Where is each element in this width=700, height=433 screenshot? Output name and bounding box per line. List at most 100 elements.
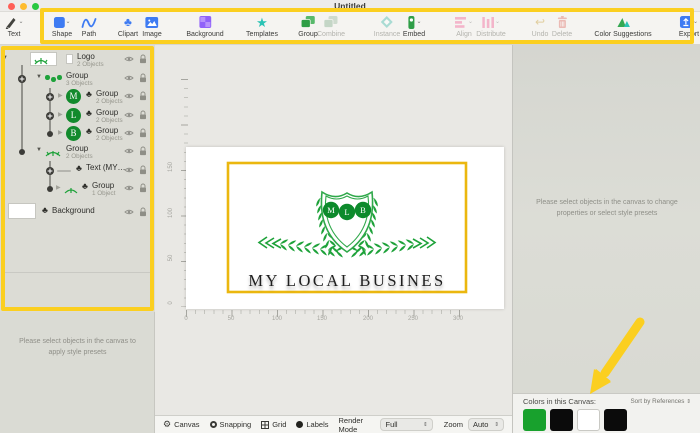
lock-icon[interactable] xyxy=(139,73,147,83)
color-swatch-green[interactable] xyxy=(523,409,546,431)
lock-icon[interactable] xyxy=(139,91,147,101)
visibility-eye-icon[interactable] xyxy=(124,55,134,63)
text-pen-icon xyxy=(4,16,17,29)
panel-divider xyxy=(5,272,150,273)
visibility-eye-icon[interactable] xyxy=(124,129,134,137)
layer-row-group[interactable]: ▼ Group 2 Objects xyxy=(0,143,155,161)
disclosure-triangle-icon[interactable]: ▶ xyxy=(58,92,63,99)
lock-icon[interactable] xyxy=(139,207,147,217)
sort-by-references-control[interactable]: Sort by References ⇕ xyxy=(630,398,691,405)
layer-row-background[interactable]: ♣ Background xyxy=(0,202,155,222)
lock-icon[interactable] xyxy=(139,146,147,156)
select-arrows-icon: ⇕ xyxy=(686,398,691,405)
clipart-button[interactable]: ♣ Clipart xyxy=(118,14,138,38)
color-swatch-black[interactable] xyxy=(550,409,573,431)
title-bar: Untitled xyxy=(0,0,700,12)
monogram-letter: M xyxy=(327,205,335,215)
zoom-select[interactable]: Auto ⇕ xyxy=(467,418,504,431)
embed-button[interactable]: ⌄ Embed xyxy=(403,14,425,38)
disclosure-triangle-icon[interactable]: ▼ xyxy=(36,74,42,80)
layer-row-logo[interactable]: ▼ Logo 2 Objects xyxy=(0,51,155,69)
layer-thumbnail xyxy=(8,203,36,219)
disclosure-triangle-icon[interactable]: ▼ xyxy=(2,55,8,61)
path-tool-button[interactable]: Path xyxy=(81,14,97,38)
layer-row-group[interactable]: ▶ ♣ Group 1 Object xyxy=(0,180,155,198)
style-presets-message: Please select objects in the canvas to a… xyxy=(19,338,136,356)
layer-row-group[interactable]: ▼ Group 3 Objects xyxy=(0,70,155,88)
toolbar-label: Instance xyxy=(373,31,401,38)
toolbar: ⌄ Text ⌄ Shape Path ♣ Clipart Image Back… xyxy=(0,12,700,45)
layer-object-count: 2 Objects xyxy=(66,153,93,160)
artboard[interactable]: M L B MY LOCAL BUSINES xyxy=(186,147,504,309)
club-icon: ♣ xyxy=(86,108,92,118)
visibility-eye-icon[interactable] xyxy=(124,208,134,216)
layer-row-group-b[interactable]: ▶ B ♣ Group 2 Objects xyxy=(0,125,155,143)
disclosure-triangle-icon[interactable]: ▼ xyxy=(36,147,42,153)
labels-toggle[interactable]: Labels xyxy=(296,420,329,429)
color-swatch-white[interactable] xyxy=(577,409,600,431)
group-button[interactable]: Group xyxy=(298,14,318,38)
render-mode-select[interactable]: Full ⇕ xyxy=(380,418,433,431)
color-suggestions-icon xyxy=(616,16,630,28)
shape-tool-button[interactable]: ⌄ Shape xyxy=(52,14,72,38)
layer-title: Group xyxy=(92,181,115,190)
color-suggestions-button[interactable]: Color Suggestions xyxy=(594,14,652,38)
ruler-label: 0 xyxy=(184,316,188,322)
visibility-eye-icon[interactable] xyxy=(124,184,134,192)
snapping-toggle[interactable]: Snapping xyxy=(209,420,251,429)
canvas-area[interactable]: 150 100 50 0 0 50 100 150 200 250 300 M … xyxy=(155,45,512,415)
visibility-eye-icon[interactable] xyxy=(124,74,134,82)
text-tool-button[interactable]: ⌄ Text xyxy=(4,14,24,38)
color-swatch-black[interactable] xyxy=(604,409,627,431)
chevron-down-icon: ⌄ xyxy=(467,19,474,25)
layer-title: Group xyxy=(66,71,89,80)
layer-object-count: 3 Objects xyxy=(66,80,93,87)
chevron-down-icon: ⌄ xyxy=(692,19,699,25)
templates-star-icon: ★ xyxy=(256,14,268,30)
render-mode-value: Full xyxy=(385,420,398,429)
clipart-club-icon: ♣ xyxy=(124,15,132,29)
layer-title: Text (MY… xyxy=(86,163,126,172)
background-button[interactable]: Background xyxy=(186,14,224,38)
disclosure-triangle-icon[interactable]: ▶ xyxy=(58,111,63,118)
properties-panel: Please select objects in the canvas to c… xyxy=(512,45,700,433)
layer-object-count: 2 Objects xyxy=(96,135,123,142)
toolbar-label: Group xyxy=(298,31,318,38)
zoom-label: Zoom xyxy=(443,420,463,429)
layer-row-group-m[interactable]: ▶ M ♣ Group 2 Objects xyxy=(0,88,155,106)
layer-row-group-l[interactable]: ▶ L ♣ Group 2 Objects xyxy=(0,107,155,125)
visibility-eye-icon[interactable] xyxy=(124,92,134,100)
visibility-eye-icon[interactable] xyxy=(124,147,134,155)
toolbar-label: Delete xyxy=(551,31,573,38)
monogram-circles: M L B xyxy=(322,201,372,221)
toolbar-label: Color Suggestions xyxy=(594,31,652,38)
shield-graphic xyxy=(320,190,374,253)
path-curve-icon xyxy=(81,16,97,29)
layer-title: Group xyxy=(96,126,119,135)
ruler-label: 150 xyxy=(316,316,328,322)
disclosure-triangle-icon[interactable]: ▶ xyxy=(56,184,61,191)
lock-icon[interactable] xyxy=(139,183,147,193)
export-button[interactable]: ⌄ Export xyxy=(679,14,699,38)
lock-icon[interactable] xyxy=(139,128,147,138)
labels-icon xyxy=(296,421,304,428)
templates-button[interactable]: ★ Templates xyxy=(246,14,278,39)
layer-row-text[interactable]: ♣ Text (MY… xyxy=(0,162,155,180)
gear-icon: ⚙ xyxy=(163,419,172,429)
lock-icon[interactable] xyxy=(139,54,147,64)
ruler-label: 50 xyxy=(168,254,174,262)
grid-toggle[interactable]: Grid xyxy=(261,420,286,429)
layer-thumbnail xyxy=(63,183,79,195)
monogram-letter: B xyxy=(360,205,366,215)
toggle-label: Canvas xyxy=(174,420,200,429)
visibility-eye-icon[interactable] xyxy=(124,111,134,119)
distribute-button: ⌄ Distribute xyxy=(476,14,506,38)
visibility-eye-icon[interactable] xyxy=(124,166,134,174)
canvas-toggle[interactable]: ⚙ Canvas xyxy=(163,419,200,430)
image-button[interactable]: Image xyxy=(142,14,162,38)
lock-icon[interactable] xyxy=(139,110,147,120)
disclosure-triangle-icon[interactable]: ▶ xyxy=(58,129,63,136)
combine-icon xyxy=(323,16,338,28)
select-arrows-icon: ⇕ xyxy=(494,421,499,428)
lock-icon[interactable] xyxy=(139,165,147,175)
